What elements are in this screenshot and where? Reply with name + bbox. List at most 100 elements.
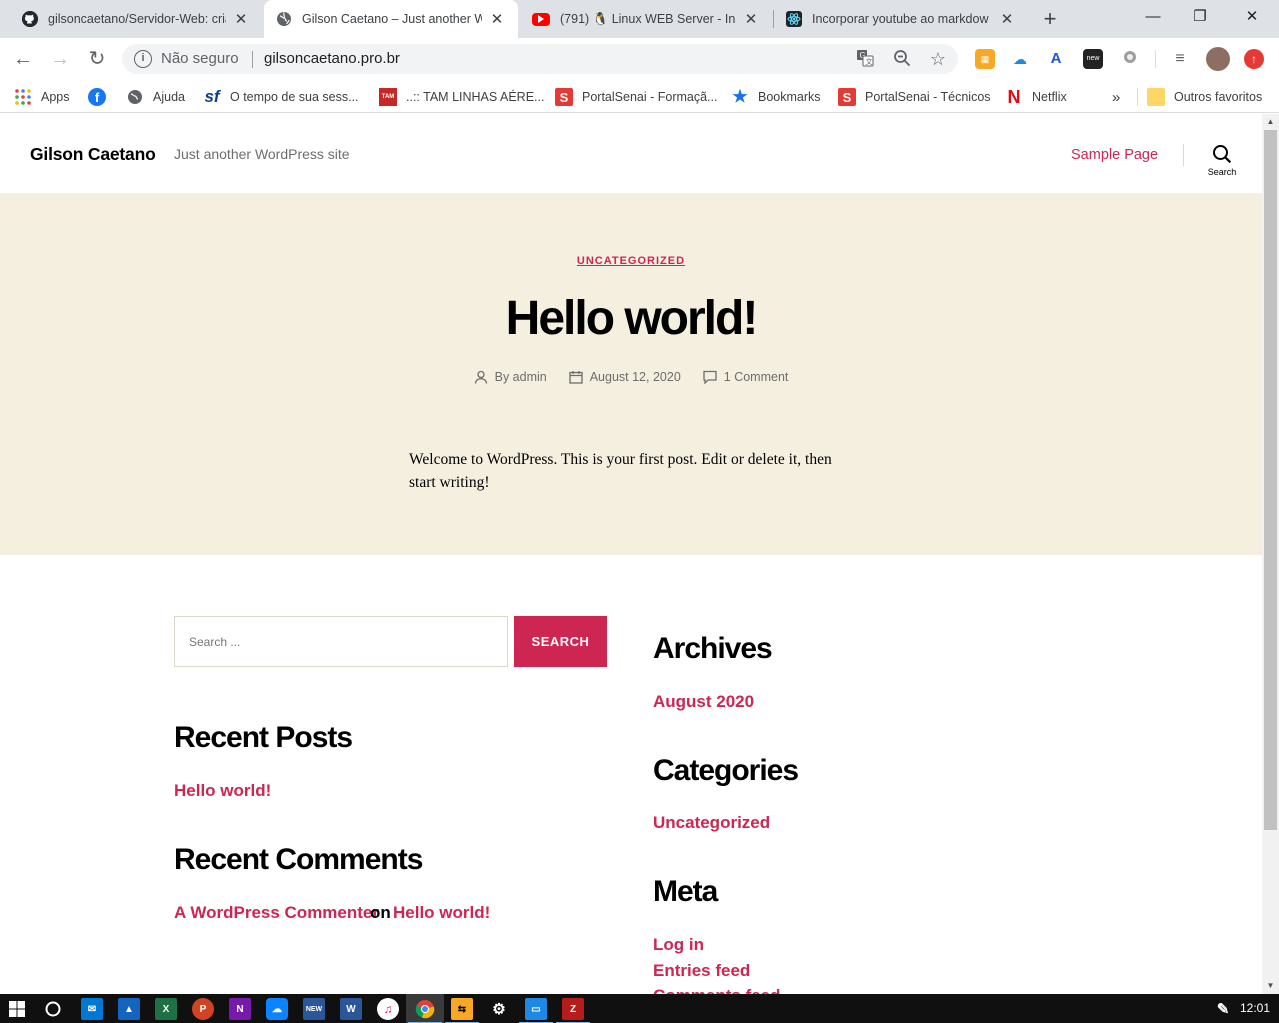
powerpoint-icon[interactable]: P — [192, 998, 214, 1020]
page-scrollbar[interactable]: ▲ ▼ — [1262, 114, 1279, 994]
sql-tool-icon[interactable]: ⇆ — [445, 998, 479, 1023]
apps-grid-icon — [14, 88, 32, 106]
pen-ink-icon[interactable]: ✎ — [1212, 998, 1234, 1020]
bookmark-label: PortalSenai - Técnicos — [865, 90, 991, 104]
close-tab-icon[interactable]: ✕ — [232, 10, 250, 28]
comment-icon — [703, 370, 717, 385]
excel-icon[interactable]: X — [155, 998, 177, 1020]
mail-icon[interactable]: ✉ — [81, 998, 103, 1020]
bookmark-apps[interactable]: Apps — [14, 87, 70, 107]
forward-button[interactable]: → — [47, 46, 73, 72]
itunes-icon[interactable]: ♫ — [377, 998, 399, 1020]
senai-icon: S — [838, 88, 856, 106]
archive-link[interactable]: August 2020 — [653, 692, 754, 712]
search-toggle-label: Search — [1207, 167, 1237, 177]
chrome-icon[interactable] — [408, 998, 442, 1023]
security-label[interactable]: Não seguro — [161, 50, 239, 67]
category-link[interactable]: UNCATEGORIZED — [577, 255, 685, 267]
post-date-link[interactable]: August 12, 2020 — [590, 370, 681, 384]
taskbar-clock[interactable]: 12:01 — [1240, 1001, 1270, 1015]
bookmark-facebook[interactable]: f — [88, 87, 115, 107]
search-input[interactable] — [174, 616, 508, 667]
remote-desktop-icon[interactable]: ▭ — [519, 998, 553, 1023]
extension-new-icon[interactable]: new — [1083, 49, 1103, 69]
profile-avatar-icon[interactable] — [1206, 47, 1230, 71]
meta-login-link[interactable]: Log in — [653, 935, 704, 955]
bookmark-netflix[interactable]: N Netflix — [1005, 87, 1067, 107]
extension-circle-icon[interactable] — [1120, 49, 1140, 69]
comment-author-link[interactable]: A WordPress Commenter — [174, 903, 379, 923]
post-comments-link[interactable]: 1 Comment — [724, 370, 789, 384]
comment-post-link[interactable]: Hello world! — [393, 903, 490, 923]
bookmark-star-icon[interactable]: ☆ — [928, 49, 948, 69]
translate-icon[interactable]: G文 — [855, 49, 875, 69]
close-tab-icon[interactable]: ✕ — [998, 10, 1016, 28]
site-title-link[interactable]: Gilson Caetano — [30, 144, 156, 165]
new-tab-button[interactable]: + — [1038, 5, 1062, 33]
scroll-down-icon[interactable]: ▼ — [1262, 978, 1279, 994]
search-toggle-button[interactable]: Search — [1202, 144, 1242, 177]
bookmark-portalsenai-formacao[interactable]: S PortalSenai - Formaçã... — [555, 87, 717, 107]
extension-a-icon[interactable]: A — [1046, 49, 1066, 69]
news-app-icon[interactable]: NEW — [303, 998, 325, 1020]
close-tab-icon[interactable]: ✕ — [488, 10, 506, 28]
folder-icon — [1147, 88, 1165, 106]
cloud-icon[interactable]: ☁ — [1010, 49, 1030, 69]
bookmark-label: Bookmarks — [758, 90, 821, 104]
tab-title: gilsoncaetano/Servidor-Web: cria — [48, 12, 226, 26]
url-text[interactable]: gilsoncaetano.pro.br — [264, 50, 400, 67]
close-window-button[interactable]: ✕ — [1229, 0, 1275, 34]
search-icon — [1212, 144, 1232, 164]
restore-button[interactable]: ❐ — [1177, 0, 1223, 34]
close-tab-icon[interactable]: ✕ — [742, 10, 760, 28]
tab-title: Gilson Caetano – Just another W — [302, 12, 482, 26]
address-bar[interactable]: i Não seguro gilsoncaetano.pro.br G文 ☆ — [122, 44, 958, 74]
media-queue-icon[interactable]: ≡ — [1170, 49, 1190, 69]
tam-icon: TAM — [379, 88, 397, 106]
tab-youtube[interactable]: (791) 🐧 Linux WEB Server - Insta ✕ — [520, 0, 772, 38]
meta-heading: Meta — [653, 875, 718, 908]
bookmark-sf[interactable]: sf O tempo de sua sess... — [203, 87, 359, 107]
bookmark-portalsenai-tecnicos[interactable]: S PortalSenai - Técnicos — [838, 87, 991, 107]
nav-sample-page-link[interactable]: Sample Page — [1071, 147, 1158, 163]
info-icon[interactable]: i — [134, 50, 152, 68]
scrollbar-thumb[interactable] — [1264, 130, 1277, 830]
photos-icon[interactable]: ▲ — [118, 998, 140, 1020]
filezilla-icon[interactable]: Z — [556, 998, 590, 1023]
bookmark-label: Outros favoritos — [1174, 90, 1263, 104]
bookmark-label: Ajuda — [153, 90, 185, 104]
github-icon — [22, 11, 38, 27]
word-icon[interactable]: W — [340, 998, 362, 1020]
bookmarks-overflow-button[interactable]: » — [1112, 87, 1120, 107]
recent-post-link[interactable]: Hello world! — [174, 781, 271, 801]
windows-start-icon[interactable] — [6, 998, 28, 1020]
settings-gear-icon[interactable]: ⚙ — [488, 998, 510, 1020]
back-button[interactable]: ← — [10, 46, 36, 72]
meta-entries-feed-link[interactable]: Entries feed — [653, 961, 750, 981]
other-bookmarks-folder[interactable]: Outros favoritos — [1147, 87, 1262, 107]
tab-github[interactable]: gilsoncaetano/Servidor-Web: cria ✕ — [10, 0, 262, 38]
scroll-up-icon[interactable]: ▲ — [1262, 114, 1279, 130]
search-submit-button[interactable]: SEARCH — [514, 616, 607, 667]
bookmark-label: Apps — [41, 90, 70, 104]
bookmark-label: O tempo de sua sess... — [230, 90, 359, 104]
tab-gilson-caetano[interactable]: Gilson Caetano – Just another W ✕ — [264, 0, 518, 38]
bookmark-tam[interactable]: TAM ..:: TAM LINHAS AÉRE... — [379, 87, 544, 107]
category-widget-link[interactable]: Uncategorized — [653, 813, 770, 833]
minimize-button[interactable]: — — [1130, 0, 1176, 34]
reload-button[interactable]: ↻ — [84, 46, 110, 72]
extension-orange-icon[interactable]: ▦ — [975, 49, 995, 69]
cloud-app-icon[interactable]: ☁ — [266, 998, 288, 1020]
onenote-icon[interactable]: N — [229, 998, 251, 1020]
cortana-search-icon[interactable] — [42, 998, 64, 1020]
post-author-link[interactable]: By admin — [495, 370, 547, 384]
youtube-icon — [532, 12, 550, 26]
calendar-icon — [569, 370, 583, 384]
tab-markdown[interactable]: Incorporar youtube ao markdow ✕ — [774, 0, 1028, 38]
update-icon[interactable]: ↑ — [1244, 49, 1264, 69]
bookmark-bookmarks[interactable]: ★ Bookmarks — [731, 87, 821, 107]
meta-comments-feed-link[interactable]: Comments feed — [653, 986, 781, 994]
zoom-out-icon[interactable] — [892, 49, 912, 69]
recent-comments-heading: Recent Comments — [174, 843, 423, 876]
bookmark-ajuda[interactable]: Ajuda — [126, 87, 185, 107]
